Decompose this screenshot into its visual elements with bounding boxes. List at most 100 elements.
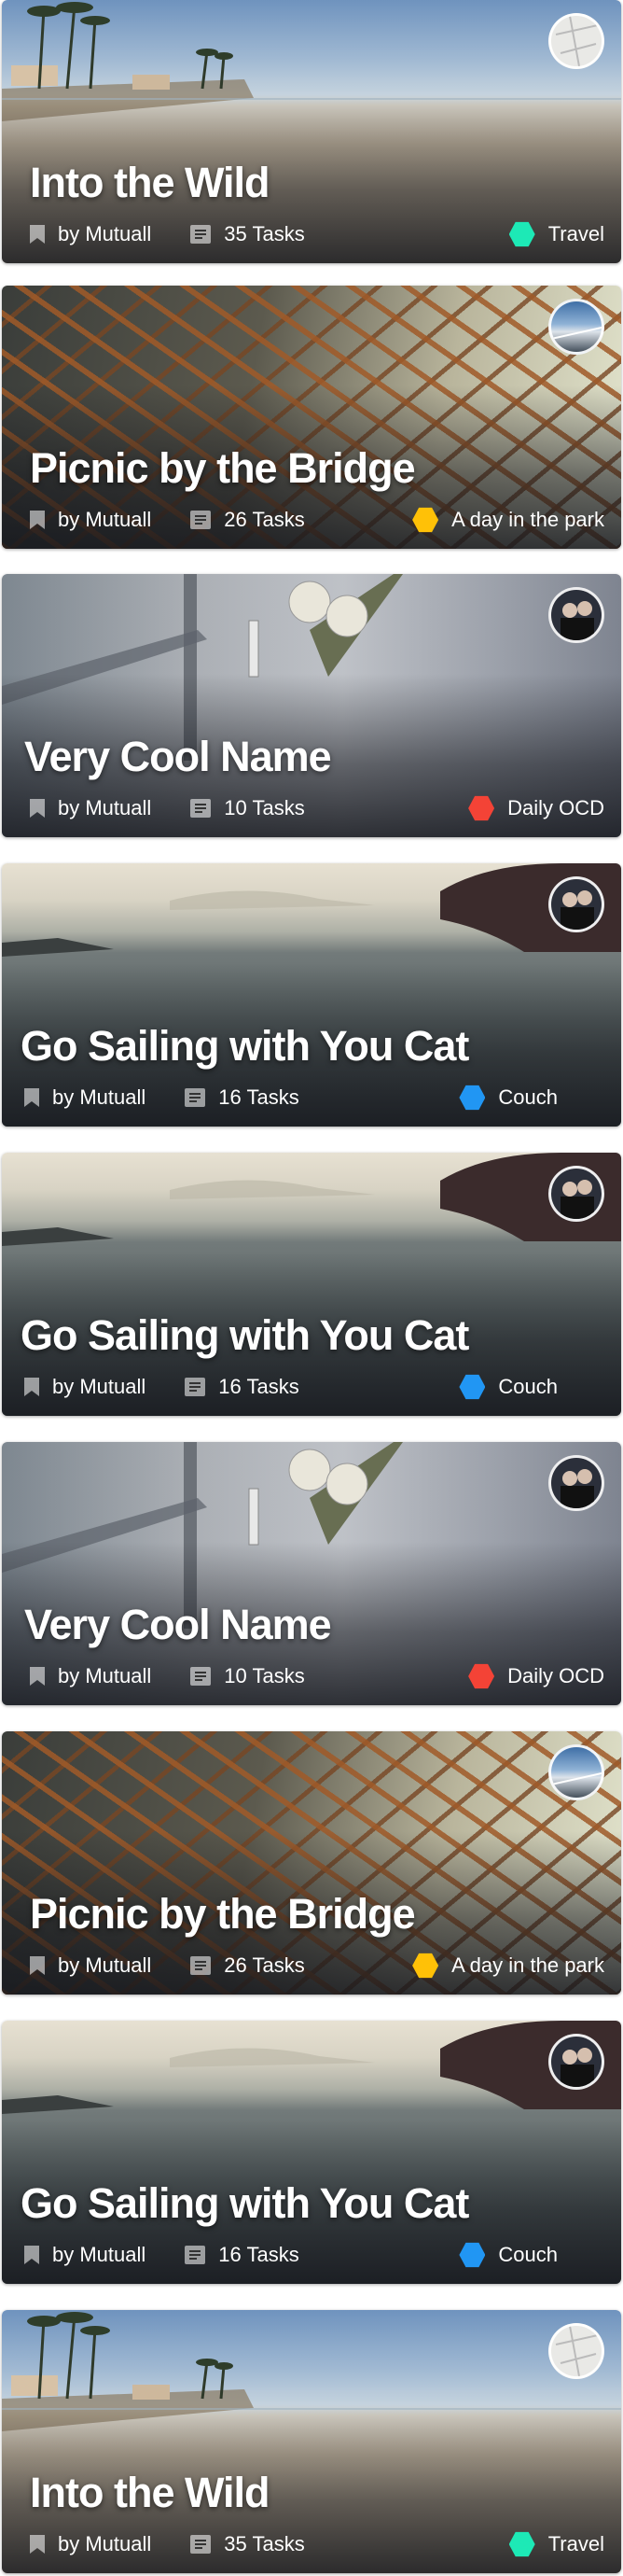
category-hexagon-icon — [468, 1663, 495, 1689]
author-name: by Mutuall — [52, 1085, 146, 1109]
author-info[interactable]: by Mutuall — [30, 796, 151, 820]
author-avatar[interactable] — [548, 876, 604, 932]
author-info[interactable]: by Mutuall — [24, 1375, 145, 1399]
tasks-icon — [185, 1088, 206, 1107]
card-meta: by Mutuall 26 Tasks A day in the park — [30, 506, 604, 534]
card-meta: by Mutuall 26 Tasks A day in the park — [30, 1952, 604, 1980]
category-label: A day in the park — [451, 508, 604, 531]
category-hexagon-icon — [468, 795, 495, 821]
mission-card[interactable]: Go Sailing with You Cat by Mutuall 16 Ta… — [2, 2021, 621, 2284]
category-hexagon-icon — [459, 1085, 486, 1111]
bookmark-icon — [24, 2246, 39, 2264]
task-count-label: 10 Tasks — [224, 796, 305, 819]
category-tag[interactable]: Couch — [459, 1085, 558, 1111]
category-tag[interactable]: Daily OCD — [468, 1663, 604, 1689]
tasks-icon — [190, 511, 212, 529]
author-avatar[interactable] — [548, 13, 604, 69]
mission-title: Go Sailing with You Cat — [21, 1311, 469, 1359]
mission-card[interactable]: Go Sailing with You Cat by Mutuall 16 Ta… — [2, 1153, 621, 1416]
mission-card[interactable]: Go Sailing with You Cat by Mutuall 16 Ta… — [2, 863, 621, 1127]
task-count: 35 Tasks — [190, 222, 305, 246]
task-count: 26 Tasks — [190, 1953, 305, 1978]
author-name: by Mutuall — [58, 1664, 152, 1687]
task-count-label: 26 Tasks — [224, 1953, 305, 1977]
author-info[interactable]: by Mutuall — [30, 222, 151, 246]
mission-title: Into the Wild — [30, 159, 270, 206]
mission-title: Very Cool Name — [24, 1601, 332, 1648]
category-label: Travel — [547, 2532, 604, 2555]
author-info[interactable]: by Mutuall — [24, 1085, 145, 1110]
author-avatar[interactable] — [548, 1455, 604, 1511]
bookmark-icon — [30, 1956, 45, 1975]
mission-card[interactable]: Very Cool Name by Mutuall 10 Tasks Daily… — [2, 574, 621, 837]
tasks-icon — [190, 1956, 212, 1975]
author-name: by Mutuall — [58, 222, 152, 245]
map-thumbnail-icon — [555, 16, 599, 66]
card-meta: by Mutuall 16 Tasks Couch — [24, 1084, 604, 1112]
author-avatar[interactable] — [548, 1744, 604, 1800]
mission-card[interactable]: Very Cool Name by Mutuall 10 Tasks Daily… — [2, 1442, 621, 1705]
author-avatar[interactable] — [548, 1166, 604, 1222]
category-label: Travel — [547, 222, 604, 245]
tasks-icon — [190, 225, 212, 244]
task-count: 35 Tasks — [190, 2532, 305, 2556]
map-thumbnail-icon — [555, 2326, 599, 2376]
category-label: Couch — [498, 1375, 558, 1398]
mission-title: Picnic by the Bridge — [30, 1890, 416, 1938]
mission-card[interactable]: Into the Wild by Mutuall 35 Tasks Travel — [2, 0, 621, 263]
category-tag[interactable]: Travel — [508, 221, 604, 247]
category-label: Daily OCD — [507, 796, 604, 819]
category-tag[interactable]: Couch — [459, 1374, 558, 1400]
couple-photo-icon — [561, 1469, 594, 1508]
couple-photo-icon — [561, 2048, 594, 2087]
task-count-label: 35 Tasks — [224, 2532, 305, 2555]
author-name: by Mutuall — [58, 796, 152, 819]
author-info[interactable]: by Mutuall — [30, 2532, 151, 2556]
category-hexagon-icon — [508, 221, 535, 247]
bookmark-icon — [30, 799, 45, 818]
couple-photo-icon — [561, 1180, 594, 1219]
category-tag[interactable]: Daily OCD — [468, 795, 604, 821]
card-meta: by Mutuall 35 Tasks Travel — [30, 2530, 604, 2558]
mission-card[interactable]: Picnic by the Bridge by Mutuall 26 Tasks… — [2, 1731, 621, 1995]
category-tag[interactable]: A day in the park — [412, 1953, 604, 1979]
author-name: by Mutuall — [58, 1953, 152, 1977]
task-count: 10 Tasks — [190, 1664, 305, 1688]
road-thumbnail-icon — [551, 1772, 602, 1785]
task-count-label: 16 Tasks — [218, 2243, 299, 2266]
author-info[interactable]: by Mutuall — [30, 508, 151, 532]
task-count-label: 10 Tasks — [224, 1664, 305, 1687]
mission-title: Picnic by the Bridge — [30, 444, 416, 492]
couple-photo-icon — [561, 890, 594, 930]
author-name: by Mutuall — [58, 2532, 152, 2555]
mission-card[interactable]: Into the Wild by Mutuall 35 Tasks Travel — [2, 2310, 621, 2573]
task-count-label: 35 Tasks — [224, 222, 305, 245]
category-tag[interactable]: A day in the park — [412, 507, 604, 533]
task-count: 16 Tasks — [185, 2243, 299, 2267]
card-meta: by Mutuall 16 Tasks Couch — [24, 2241, 604, 2269]
mission-title: Into the Wild — [30, 2469, 270, 2516]
card-meta: by Mutuall 16 Tasks Couch — [24, 1373, 604, 1401]
author-info[interactable]: by Mutuall — [30, 1953, 151, 1978]
author-avatar[interactable] — [548, 2034, 604, 2090]
category-tag[interactable]: Couch — [459, 2242, 558, 2268]
mission-card[interactable]: Picnic by the Bridge by Mutuall 26 Tasks… — [2, 286, 621, 549]
card-meta: by Mutuall 10 Tasks Daily OCD — [30, 1662, 604, 1690]
category-label: Daily OCD — [507, 1664, 604, 1687]
task-count: 16 Tasks — [185, 1375, 299, 1399]
category-hexagon-icon — [459, 2242, 486, 2268]
category-tag[interactable]: Travel — [508, 2531, 604, 2557]
author-info[interactable]: by Mutuall — [24, 2243, 145, 2267]
road-thumbnail-icon — [551, 327, 602, 340]
author-avatar[interactable] — [548, 299, 604, 355]
tasks-icon — [185, 2246, 206, 2264]
author-avatar[interactable] — [548, 587, 604, 643]
card-meta: by Mutuall 10 Tasks Daily OCD — [30, 794, 604, 822]
bookmark-icon — [30, 225, 45, 244]
author-info[interactable]: by Mutuall — [30, 1664, 151, 1688]
task-count: 16 Tasks — [185, 1085, 299, 1110]
tasks-icon — [190, 2535, 212, 2554]
task-count-label: 16 Tasks — [218, 1375, 299, 1398]
task-count-label: 26 Tasks — [224, 508, 305, 531]
author-avatar[interactable] — [548, 2323, 604, 2379]
